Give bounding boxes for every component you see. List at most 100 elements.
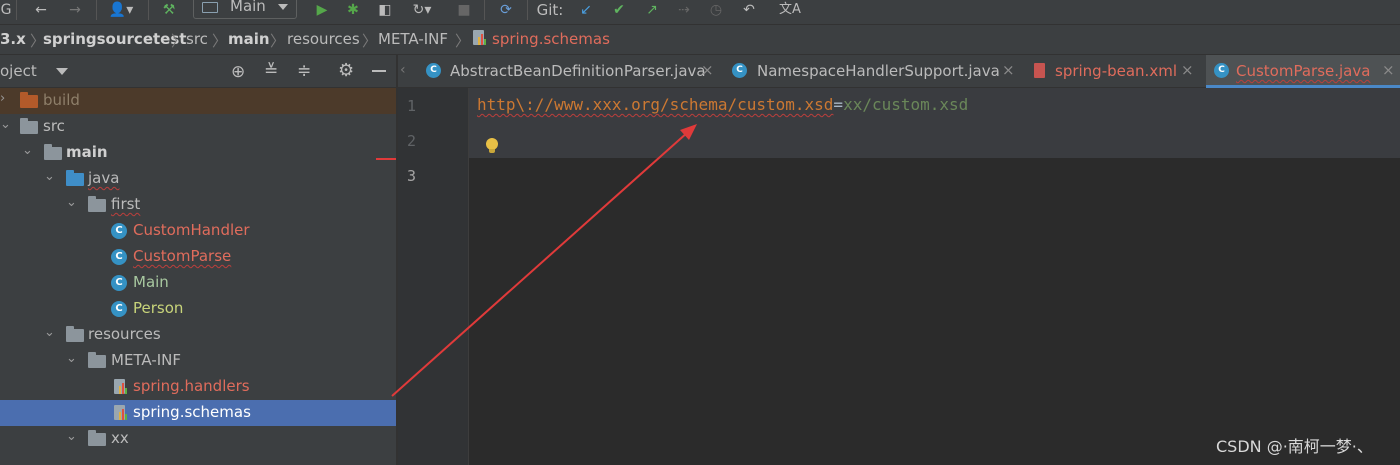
run-configuration-select[interactable]: Main (193, 0, 297, 19)
tree-item-label: build (43, 91, 80, 109)
breadcrumb-item[interactable]: main (228, 30, 270, 48)
locate-file-icon[interactable]: ⊕ (231, 62, 245, 82)
chevron-down-icon[interactable]: ⌄ (66, 429, 77, 444)
forward-arrow-icon[interactable]: → (64, 0, 86, 20)
build-hammer-icon[interactable]: ⚒ (158, 0, 180, 20)
tree-item-customparse[interactable]: C CustomParse (0, 244, 396, 270)
debug-icon[interactable]: ✱ (342, 0, 364, 20)
back-arrow-icon[interactable]: ← (30, 0, 52, 20)
line-number: 3 (406, 167, 416, 185)
tree-item-meta-inf[interactable]: ⌄ META-INF (0, 348, 396, 374)
chevron-down-icon[interactable]: ⌄ (0, 117, 11, 132)
toolbar-separator (96, 0, 97, 20)
close-icon[interactable]: × (1181, 61, 1194, 79)
breadcrumb-item[interactable]: springsourcetest (43, 30, 186, 48)
git-update-icon[interactable]: ↙ (576, 0, 596, 20)
chevron-down-icon[interactable] (56, 68, 68, 75)
close-icon[interactable]: × (1002, 61, 1015, 79)
xml-file-icon (1034, 63, 1045, 78)
class-icon: C (111, 223, 127, 239)
watermark: CSDN @·南柯一梦·、 (1216, 437, 1373, 456)
tree-item-spring-schemas[interactable]: spring.schemas (0, 400, 396, 426)
project-panel-header: oject ⊕ ≚ ≑ ⚙ (0, 55, 396, 88)
tree-item-first[interactable]: ⌄ first (0, 192, 396, 218)
code-line[interactable]: http\://www.xxx.org/schema/custom.xsd=xx… (477, 95, 968, 114)
breadcrumb-item[interactable]: 3.x (0, 30, 26, 48)
breadcrumb: 3.x 〉 springsourcetest 〉 src 〉 main 〉 re… (0, 25, 1400, 55)
tree-item-label: resources (88, 325, 161, 343)
tab-label: spring-bean.xml (1055, 62, 1177, 80)
git-merge-icon[interactable]: ⇢ (674, 0, 694, 20)
gear-icon[interactable]: ⚙ (338, 60, 354, 81)
application-icon (202, 2, 218, 13)
class-icon: C (111, 301, 127, 317)
git-label: Git: (536, 1, 564, 19)
stop-icon[interactable]: ■ (456, 0, 472, 20)
history-icon[interactable]: ◷ (705, 0, 727, 20)
class-icon: C (732, 63, 747, 78)
class-icon: C (111, 249, 127, 265)
chevron-left-icon[interactable]: ‹ (400, 62, 406, 78)
tree-item-src[interactable]: ⌄ src (0, 114, 396, 140)
tree-item-main-class[interactable]: C Main (0, 270, 396, 296)
line-number: 1 (406, 97, 416, 115)
error-marker (376, 158, 396, 160)
tree-item-label: spring.handlers (133, 377, 250, 395)
chevron-down-icon[interactable]: ⌄ (66, 351, 77, 366)
minimize-icon[interactable] (372, 70, 386, 72)
profile-icon[interactable]: ↻▾ (404, 0, 440, 20)
tree-item-build[interactable]: › build (0, 88, 396, 114)
collapse-all-icon[interactable]: ≑ (297, 61, 311, 81)
main-class-icon: C (111, 275, 127, 291)
tab-customparse-java[interactable]: C CustomParse.java × (1206, 55, 1400, 88)
code-editor[interactable]: 1 2 3 http\://www.xxx.org/schema/custom.… (398, 88, 1400, 465)
package-icon (88, 196, 106, 212)
run-icon[interactable]: ▶ (312, 0, 332, 20)
git-commit-icon[interactable]: ✔ (609, 0, 629, 20)
tree-item-label: Person (133, 299, 184, 317)
editor-tabs: ‹ C AbstractBeanDefinitionParser.java × … (398, 55, 1400, 88)
properties-file-icon (113, 405, 127, 421)
tree-item-main[interactable]: ⌄ main (0, 140, 396, 166)
rollback-icon[interactable]: ↶ (738, 0, 760, 20)
tree-item-person[interactable]: C Person (0, 296, 396, 322)
chevron-right-icon[interactable]: › (0, 91, 5, 106)
breadcrumb-item-current[interactable]: spring.schemas (492, 30, 610, 48)
tree-item-customhandler[interactable]: C CustomHandler (0, 218, 396, 244)
user-icon[interactable]: 👤▾ (105, 0, 137, 20)
tab-label: CustomParse.java (1236, 62, 1371, 80)
project-tree: › build ⌄ src ⌄ main ⌄ java ⌄ first C Cu… (0, 88, 396, 465)
tree-item-spring-handlers[interactable]: spring.handlers (0, 374, 396, 400)
breadcrumb-item[interactable]: META-INF (378, 30, 448, 48)
close-icon[interactable]: × (701, 61, 714, 79)
tree-item-java[interactable]: ⌄ java (0, 166, 396, 192)
tab-abstract-bean-definition-parser[interactable]: C AbstractBeanDefinitionParser.java × (418, 55, 718, 87)
project-panel-title[interactable]: oject (0, 62, 37, 80)
coverage-icon[interactable]: ◧ (374, 0, 396, 20)
vcs-icon[interactable]: G (0, 0, 12, 20)
project-structure-icon[interactable]: ⟳ (494, 0, 518, 20)
tab-spring-bean-xml[interactable]: spring-bean.xml × (1026, 55, 1204, 87)
chevron-right-icon: 〉 (455, 32, 471, 50)
chevron-down-icon[interactable]: ⌄ (44, 169, 55, 184)
properties-file-icon (472, 30, 486, 46)
tab-namespace-handler-support[interactable]: C NamespaceHandlerSupport.java × (724, 55, 1024, 87)
line-number: 2 (406, 132, 416, 150)
translate-icon[interactable]: 文A (778, 0, 802, 20)
chevron-down-icon[interactable]: ⌄ (66, 195, 77, 210)
close-icon[interactable]: × (1382, 61, 1395, 79)
tree-item-resources[interactable]: ⌄ resources (0, 322, 396, 348)
chevron-right-icon: 〉 (212, 32, 228, 50)
git-push-icon[interactable]: ↗ (642, 0, 662, 20)
expand-all-icon[interactable]: ≚ (264, 61, 278, 81)
tree-item-label: xx (111, 429, 129, 447)
chevron-right-icon: 〉 (171, 32, 187, 50)
toolbar-separator (527, 0, 528, 20)
breadcrumb-item[interactable]: resources (287, 30, 360, 48)
lightbulb-icon[interactable] (486, 138, 498, 153)
tree-item-xx[interactable]: ⌄ xx (0, 426, 396, 452)
chevron-down-icon[interactable]: ⌄ (22, 143, 33, 158)
chevron-down-icon[interactable]: ⌄ (44, 325, 55, 340)
breadcrumb-item[interactable]: src (186, 30, 208, 48)
tree-item-label: Main (133, 273, 169, 291)
